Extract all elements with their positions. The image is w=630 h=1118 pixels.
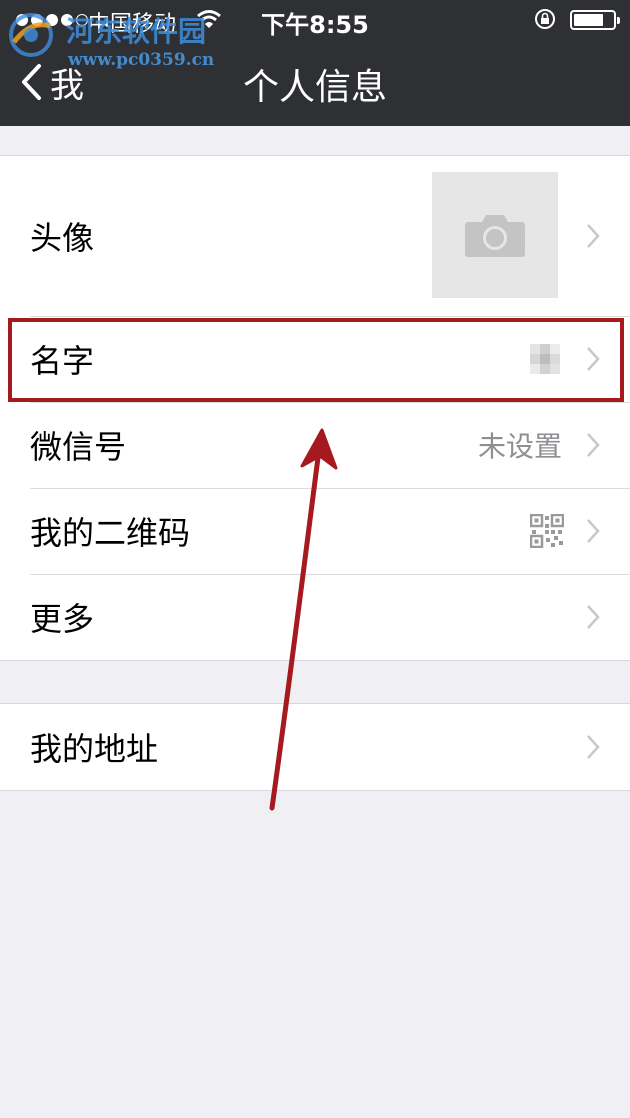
chevron-right-icon <box>587 433 600 457</box>
qr-code-icon <box>530 514 564 548</box>
address-group: 我的地址 <box>0 703 630 791</box>
site-watermark: 河东软件园 www.pc0359.cn <box>4 6 224 70</box>
qr-code-row[interactable]: 我的二维码 <box>0 488 630 574</box>
more-label: 更多 <box>30 600 95 638</box>
address-row[interactable]: 我的地址 <box>0 704 630 790</box>
wechat-id-value: 未设置 <box>477 430 562 463</box>
chevron-right-icon <box>587 519 600 543</box>
chevron-right-icon <box>587 224 600 248</box>
top-bar: 中国移动 下午8:55 河东软件园 www.pc0359.cn 我 个人信息 <box>0 0 630 126</box>
name-row[interactable]: 名字 <box>0 316 630 402</box>
avatar[interactable] <box>432 172 558 298</box>
battery-level <box>574 14 603 26</box>
more-row[interactable]: 更多 <box>0 574 630 660</box>
qr-code-label: 我的二维码 <box>30 514 191 552</box>
name-label: 名字 <box>30 342 95 380</box>
watermark-logo-icon <box>9 13 53 57</box>
camera-icon <box>465 215 525 257</box>
avatar-label: 头像 <box>30 219 95 257</box>
wechat-id-row[interactable]: 微信号 未设置 <box>0 402 630 488</box>
watermark-title: 河东软件园 <box>66 15 207 48</box>
chevron-right-icon <box>587 735 600 759</box>
battery-icon <box>570 10 620 30</box>
profile-group: 头像 名字 微信号 未设置 我的二维码 更多 <box>0 155 630 661</box>
chevron-right-icon <box>587 347 600 371</box>
chevron-right-icon <box>587 605 600 629</box>
name-value-blurred <box>530 344 560 374</box>
page-title: 个人信息 <box>242 67 387 108</box>
wechat-id-label: 微信号 <box>30 428 127 466</box>
rotation-lock-icon <box>535 9 555 29</box>
address-label: 我的地址 <box>30 730 159 768</box>
avatar-row[interactable]: 头像 <box>0 156 630 316</box>
